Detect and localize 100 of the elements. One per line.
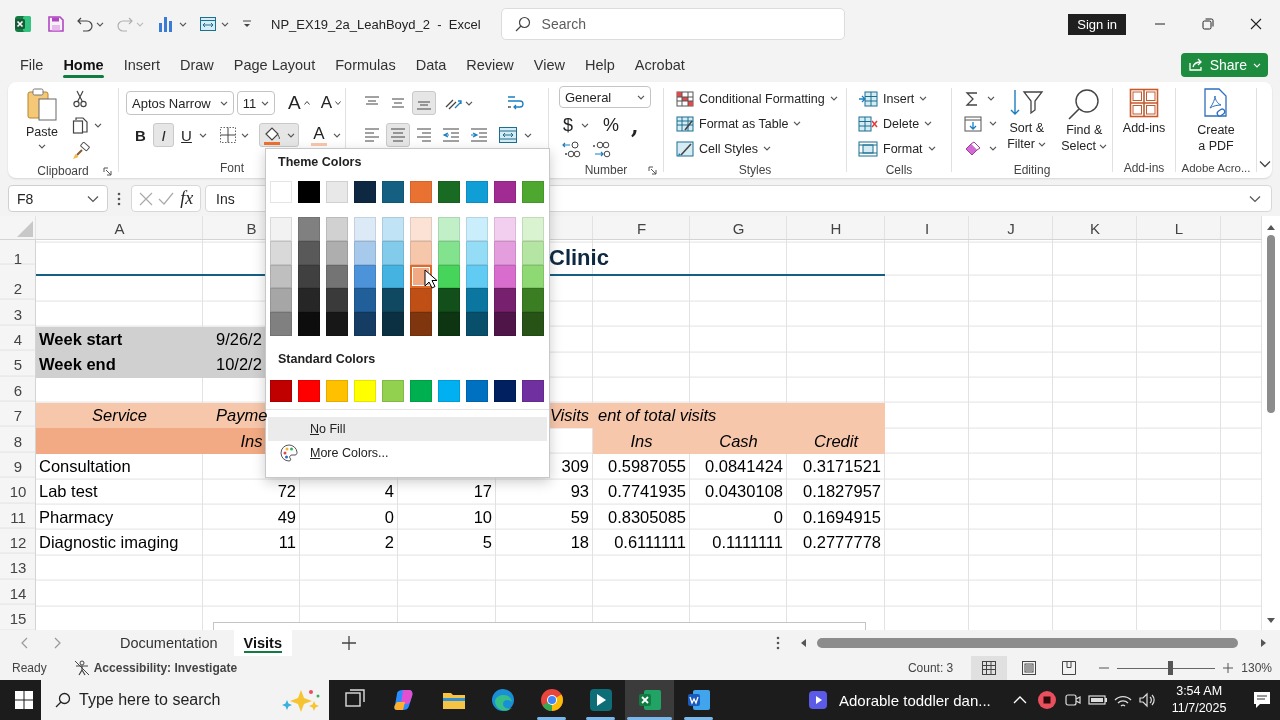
status-text: Count: 3	[907, 661, 954, 675]
menu-tab[interactable]: Formulas	[325, 48, 406, 82]
menu-item[interactable]: More Colors...	[268, 441, 547, 465]
ribbon-menu-button[interactable]: Conditional Formatting	[676, 86, 846, 111]
create-pdf-button[interactable]: Create a PDF	[1193, 86, 1239, 158]
row-header[interactable]: 13	[9, 559, 27, 577]
number-value: 0.5987055	[608, 456, 686, 476]
ribbon-menu-button[interactable]: Format	[858, 136, 951, 161]
insert-function-button[interactable]: fx	[180, 188, 194, 209]
row-header[interactable]: 5	[13, 356, 23, 374]
column-header[interactable]: H	[830, 219, 842, 237]
row-label: Week end	[39, 355, 116, 375]
search-field[interactable]: Search	[500, 8, 845, 40]
group-label: Font	[220, 161, 244, 175]
number-value: 17	[473, 482, 492, 502]
ribbon-menu-button[interactable]: Cell Styles	[676, 136, 846, 161]
bold-button[interactable]: B	[130, 123, 151, 147]
column-heading: Ins	[630, 431, 653, 451]
number-value: 18	[570, 533, 589, 553]
comma-button[interactable]: ,	[627, 112, 643, 138]
number-value: 0	[773, 507, 783, 527]
row-label: Lab test	[39, 482, 98, 502]
number-value: 49	[277, 507, 296, 527]
menu-tab[interactable]: Page Layout	[223, 48, 326, 82]
number-value: 93	[570, 482, 589, 502]
row-header[interactable]: 3	[13, 305, 23, 323]
column-header[interactable]: G	[732, 219, 745, 237]
currency-button[interactable]: $	[559, 113, 577, 137]
font-size-field[interactable]: 11	[236, 91, 275, 115]
row-header[interactable]: 14	[9, 584, 27, 602]
column-header[interactable]: J	[1007, 219, 1015, 237]
column-heading: Credit	[814, 431, 858, 451]
media-title[interactable]: Adorable toddler dan...	[839, 691, 991, 709]
number-value: 11	[278, 533, 296, 553]
number-value: 2	[384, 533, 394, 553]
status-text: Ready	[12, 661, 47, 675]
number-value: 309	[561, 456, 589, 476]
menu-item[interactable]: No Fill	[268, 417, 547, 441]
sign-in-button[interactable]: Sign in	[1068, 13, 1126, 35]
row-header[interactable]: 7	[13, 407, 23, 425]
menu-tab[interactable]: Home	[53, 48, 114, 82]
find-select-button[interactable]: Find & Select	[1056, 86, 1112, 161]
menu-tab[interactable]: View	[523, 48, 575, 82]
column-header[interactable]: B	[246, 219, 257, 237]
ribbon-menu-button[interactable]: Delete	[858, 111, 951, 136]
number-format-field[interactable]: General	[559, 86, 651, 108]
font-name-field[interactable]: Aptos Narrow	[126, 91, 234, 115]
group-label: Add-ins	[1123, 161, 1165, 175]
column-header[interactable]: K	[1090, 219, 1100, 237]
number-value: 72	[277, 482, 296, 502]
column-header[interactable]: I	[924, 219, 930, 237]
row-header[interactable]: 15	[9, 610, 27, 628]
number-value: 0.0841424	[705, 456, 783, 476]
row-header[interactable]: 9	[13, 457, 23, 475]
row-header[interactable]: 11	[10, 508, 26, 526]
column-header[interactable]: A	[114, 219, 125, 237]
row-label: Diagnostic imaging	[39, 533, 179, 553]
row-label: Week start	[39, 329, 123, 349]
menu-tab[interactable]: Draw	[169, 48, 224, 82]
row-header[interactable]: 10	[9, 483, 27, 501]
section-heading: Standard Colors	[278, 352, 376, 366]
row-header[interactable]: 2	[13, 280, 23, 298]
italic-button[interactable]: I	[153, 123, 174, 147]
row-header[interactable]: 1	[13, 249, 23, 267]
ribbon-menu-button[interactable]: Format as Table	[676, 111, 846, 136]
sheet-tab[interactable]: Visits	[233, 630, 292, 656]
column-header[interactable]: F	[636, 219, 647, 237]
menu-tab[interactable]: Acrobat	[624, 48, 695, 82]
menu-tab[interactable]: Data	[405, 48, 457, 82]
zoom-level: 130%	[1241, 661, 1272, 675]
number-value: 0.3171521	[803, 456, 881, 476]
share-button[interactable]: Share	[1180, 53, 1268, 77]
row-header[interactable]: 4	[13, 330, 23, 348]
number-value: 0.0430108	[705, 482, 783, 502]
grow-font-button[interactable]: A	[283, 91, 314, 115]
underline-button[interactable]: U	[176, 123, 197, 147]
column-header[interactable]: L	[1174, 219, 1184, 237]
menu-tab[interactable]: File	[10, 48, 54, 82]
row-header[interactable]: 8	[13, 432, 23, 450]
menu-tab[interactable]: Help	[575, 48, 625, 82]
percent-button[interactable]: %	[599, 113, 624, 137]
group-label: Cells	[885, 162, 913, 177]
taskbar-search-field[interactable]: Type here to search	[41, 680, 329, 720]
row-header[interactable]: 6	[13, 381, 23, 399]
number-value: 5	[482, 533, 492, 553]
sort-filter-button[interactable]: Sort & Filter	[1003, 86, 1051, 161]
accessibility-button[interactable]: Accessibility: Investigate	[93, 661, 238, 675]
menu-tab[interactable]: Review	[456, 48, 524, 82]
sheet-tab[interactable]: Documentation	[110, 630, 228, 656]
date-value: 10/2/2	[216, 355, 262, 375]
shrink-font-button[interactable]: A	[316, 91, 345, 115]
column-heading: Cash	[719, 431, 758, 451]
menu-tab[interactable]: Insert	[113, 48, 170, 82]
font-color-button[interactable]: A	[307, 123, 345, 147]
window-title: NP_EX19_2a_LeahBoyd_2 - Excel	[271, 16, 481, 32]
ribbon-menu-button[interactable]: Insert	[858, 86, 951, 111]
row-header[interactable]: 12	[9, 534, 27, 552]
name-box[interactable]: F8	[8, 185, 108, 212]
paste-button[interactable]: Paste	[18, 86, 66, 164]
add-ins-button[interactable]: Add-ins	[1122, 86, 1166, 158]
